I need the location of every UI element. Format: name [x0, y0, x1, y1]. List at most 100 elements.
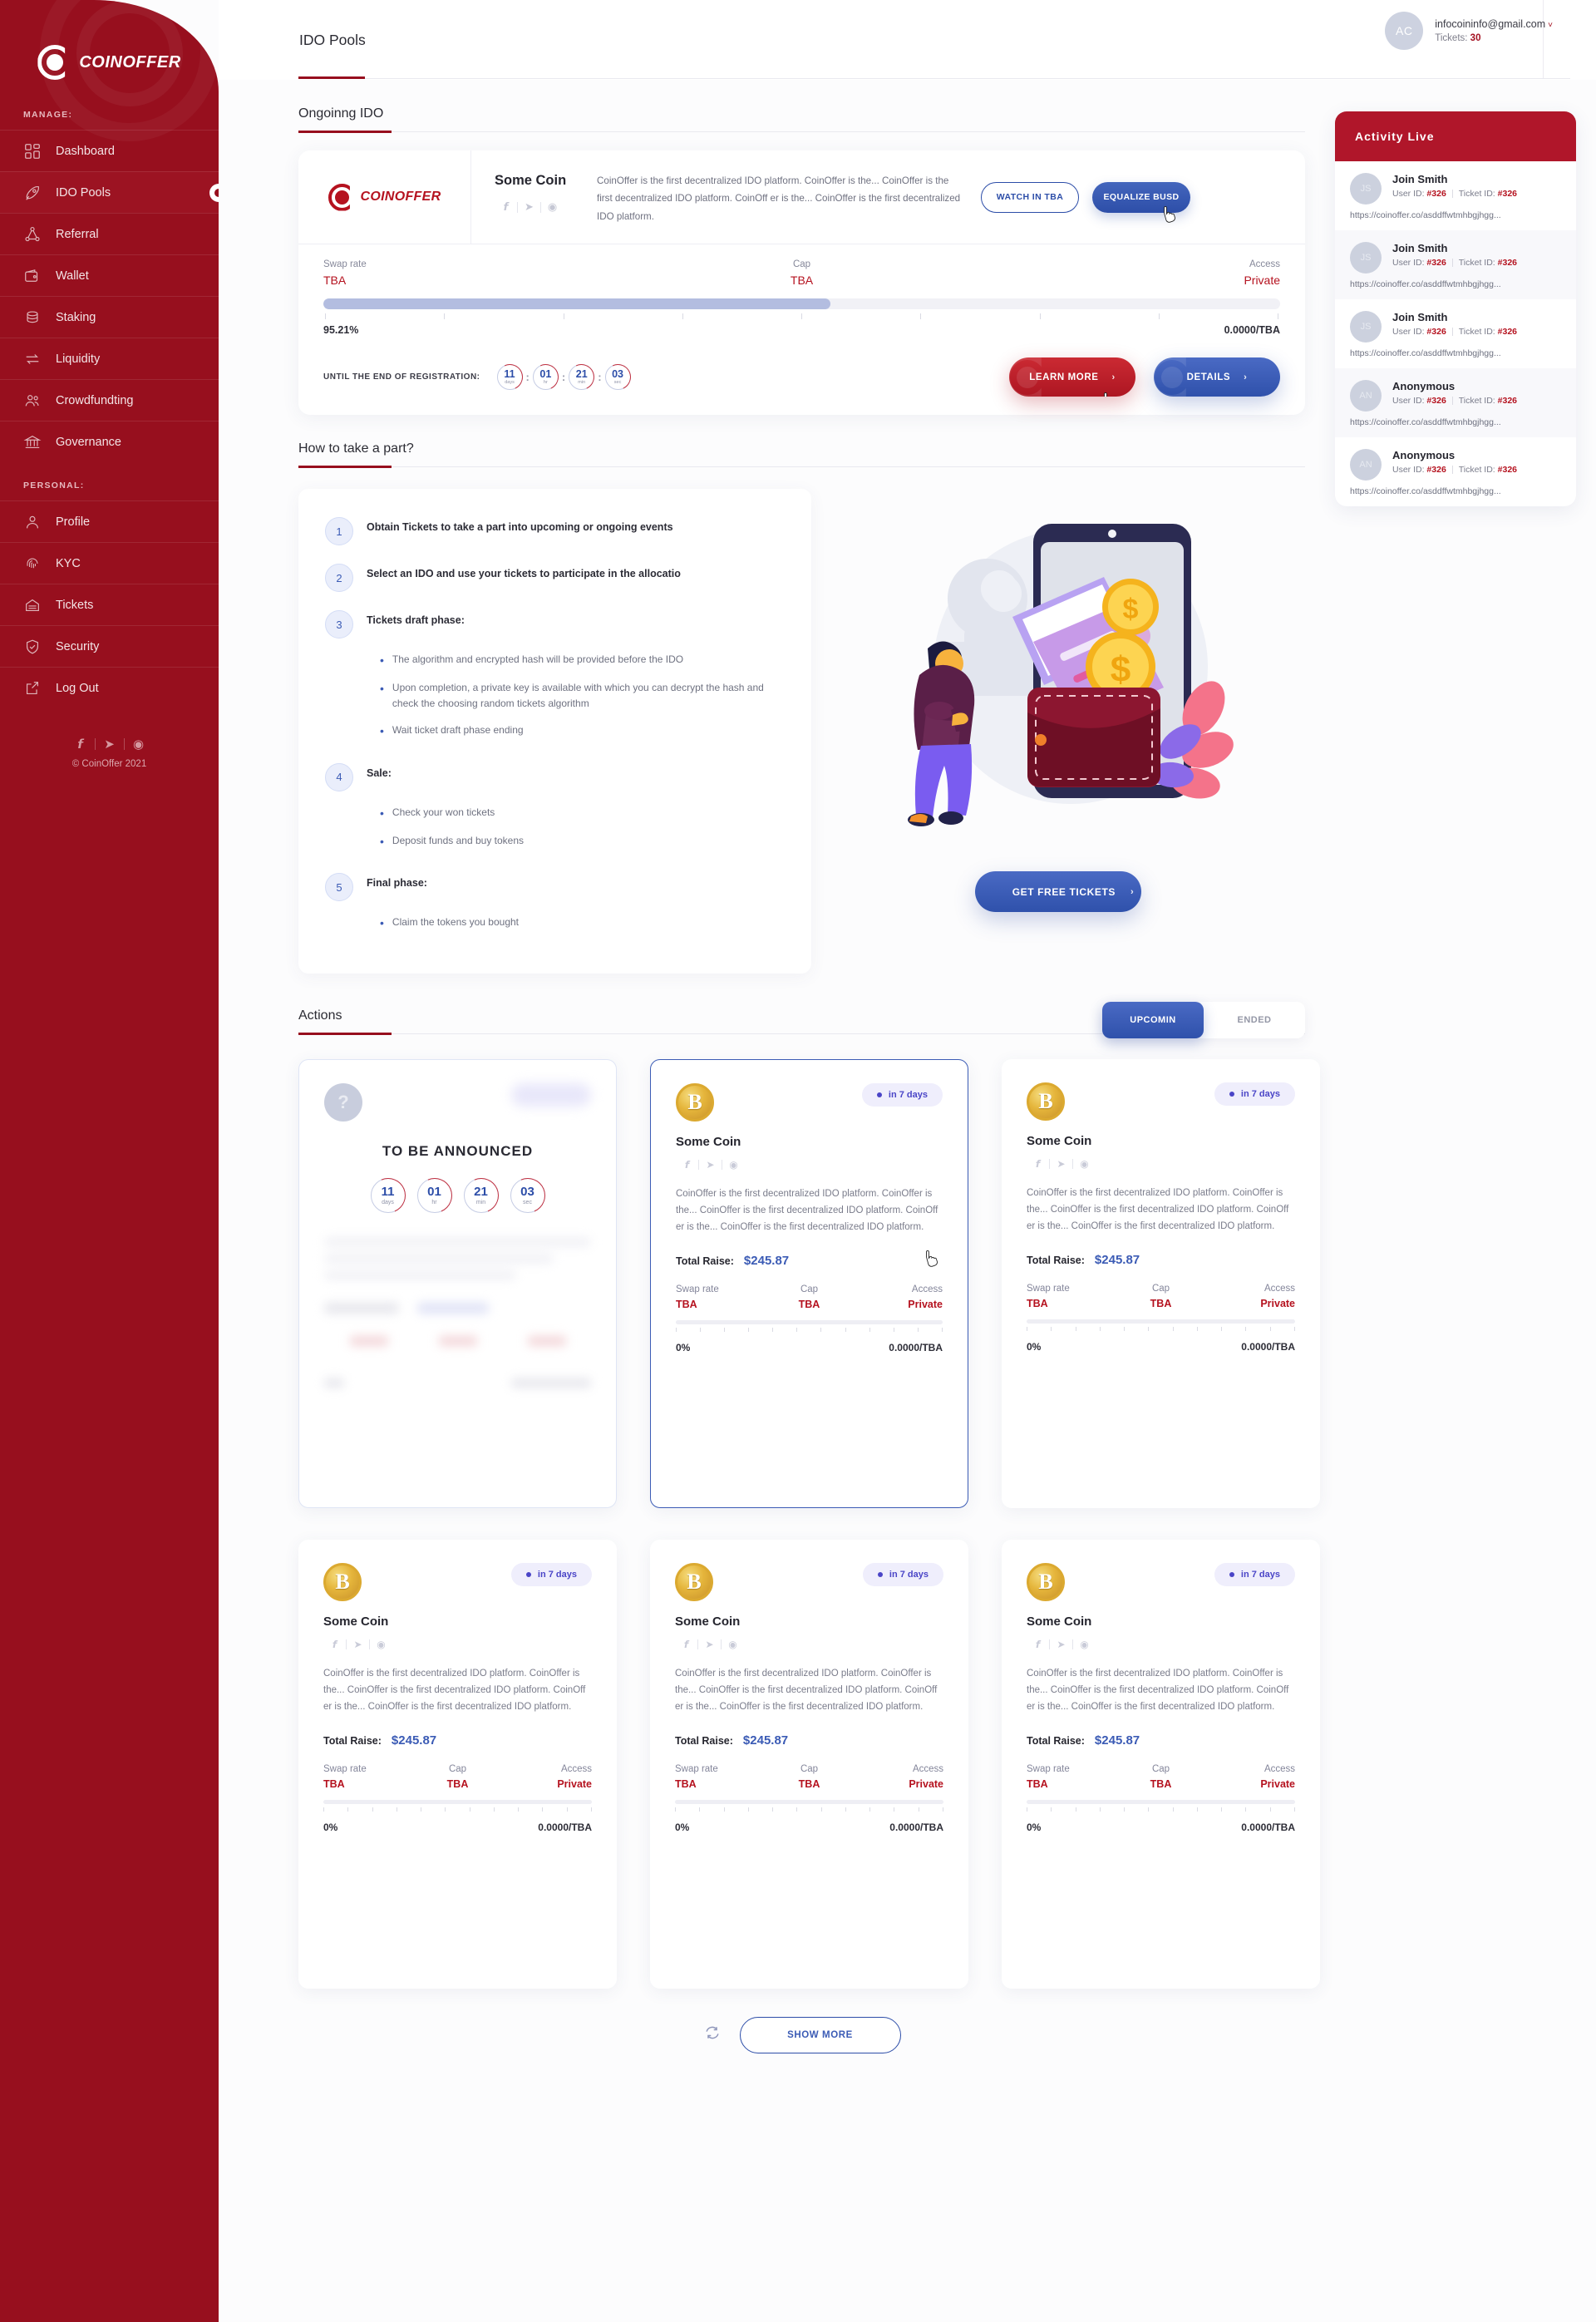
refresh-icon[interactable]	[703, 2024, 722, 2046]
chevron-down-icon[interactable]: ˅	[1548, 21, 1553, 30]
status-dot-icon	[1229, 1571, 1234, 1577]
stat-value: TBA	[790, 274, 814, 287]
ido-cards-grid: ? TO BE ANNOUNCED 11 days 01 hr 21 min 03 se…	[298, 1058, 1320, 1989]
activity-item[interactable]: JS Join Smith User ID: #326 Ticket ID: #326…	[1335, 230, 1576, 299]
bullet-item: • Upon completion, a private key is avail…	[380, 680, 781, 711]
ido-card[interactable]: Bin 7 days Some Coin 𝙛 ➤ ◉ CoinOffer is the f…	[650, 1539, 968, 1989]
brand-logo[interactable]: COINOFFER	[0, 0, 219, 91]
sidebar-item-profile[interactable]: Profile	[0, 500, 219, 542]
sidebar-item-dashboard[interactable]: Dashboard	[0, 130, 219, 171]
telegram-icon[interactable]: ➤	[96, 737, 124, 752]
instagram-icon[interactable]: ◉	[722, 1159, 745, 1171]
tba-card-header: ?	[324, 1082, 591, 1122]
activity-item[interactable]: AN Anonymous User ID: #326 Ticket ID: #326 h…	[1335, 368, 1576, 437]
status-badge: in 7 days	[861, 1082, 943, 1107]
facebook-icon[interactable]: 𝙛	[675, 1639, 697, 1650]
sidebar-item-wallet[interactable]: Wallet	[0, 254, 219, 296]
stat-label: Access	[560, 1764, 593, 1775]
instagram-icon[interactable]: ◉	[1073, 1158, 1096, 1170]
telegram-icon[interactable]: ➤	[1050, 1639, 1072, 1650]
step-text: Select an IDO and use your tickets to pa…	[367, 568, 681, 579]
activity-url[interactable]: https://coinoffer.co/asddffwtmhbgjhgg...	[1350, 486, 1561, 496]
activity-url[interactable]: https://coinoffer.co/asddffwtmhbgjhgg...	[1350, 279, 1561, 289]
total-raise-value: $245.87	[742, 1733, 789, 1748]
sidebar-item-security[interactable]: Security	[0, 625, 219, 667]
ongoing-ido-header-row: COINOFFER Some Coin 𝙛 ➤ ◉ CoinOffer is t…	[298, 150, 1305, 244]
ido-card-social-links: 𝙛 ➤ ◉	[1027, 1158, 1295, 1170]
show-more-button[interactable]: SHOW MORE	[739, 2016, 901, 2053]
sidebar-item-governance[interactable]: Governance	[0, 421, 219, 462]
get-free-tickets-button[interactable]: GET FREE TICKETS ›	[975, 871, 1141, 912]
telegram-icon[interactable]: ➤	[698, 1639, 721, 1650]
user-id: User ID: #326	[1392, 465, 1446, 475]
instagram-icon[interactable]: ◉	[370, 1639, 392, 1650]
sidebar-item-referral[interactable]: Referral	[0, 213, 219, 254]
main-content: Ongoinng IDO COINOFFER Some Coin 𝙛 ➤ ◉ C…	[298, 80, 1320, 2087]
activity-item[interactable]: JS Join Smith User ID: #326 Ticket ID: #326…	[1335, 161, 1576, 230]
ido-card[interactable]: Bin 7 days Some Coin 𝙛 ➤ ◉ CoinOffer is the f…	[1002, 1539, 1320, 1989]
total-raise-value: $245.87	[1094, 1253, 1140, 1268]
countdown-seconds: 03 sec	[505, 1172, 550, 1219]
mouse-cursor-icon	[1101, 392, 1116, 397]
tab-ended[interactable]: ENDED	[1204, 1002, 1305, 1038]
sidebar-item-log-out[interactable]: Log Out	[0, 667, 219, 708]
countdown-days: 11 days	[365, 1172, 411, 1219]
watch-in-tba-button[interactable]: WATCH IN TBA	[981, 181, 1079, 213]
facebook-icon[interactable]: 𝙛	[1027, 1639, 1049, 1650]
instagram-icon[interactable]: ◉	[541, 200, 564, 214]
status-badge-label: in 7 days	[888, 1089, 928, 1100]
status-badge-label: in 7 days	[1240, 1088, 1280, 1099]
sidebar-item-tickets[interactable]: Tickets	[0, 584, 219, 625]
ido-card[interactable]: Bin 7 days Some Coin 𝙛 ➤ ◉ CoinOffer is the f…	[650, 1058, 968, 1508]
stat-label: Swap rate	[323, 259, 367, 269]
facebook-icon[interactable]: 𝙛	[323, 1639, 346, 1650]
sidebar-item-kyc[interactable]: KYC	[0, 542, 219, 584]
ticket-id: Ticket ID: #326	[1458, 396, 1518, 406]
sidebar-item-liquidity[interactable]: Liquidity	[0, 338, 219, 379]
total-raise-label: Total Raise:	[1027, 1734, 1085, 1747]
tab-upcoming[interactable]: UPCOMIN	[1102, 1001, 1204, 1038]
ido-card-stats: Swap rate TBA Cap TBA Access Private	[676, 1284, 943, 1310]
facebook-icon[interactable]: 𝙛	[1027, 1158, 1049, 1170]
section-underline	[298, 466, 1305, 468]
people-icon	[23, 392, 42, 410]
activity-item[interactable]: JS Join Smith User ID: #326 Ticket ID: #326…	[1335, 299, 1576, 368]
telegram-icon[interactable]: ➤	[699, 1159, 722, 1171]
learn-more-button[interactable]: LEARN MORE ›	[1009, 357, 1135, 397]
ido-card-description: CoinOffer is the first decentralized IDO…	[1027, 1187, 1289, 1231]
ido-card-to-be-announced[interactable]: ? TO BE ANNOUNCED 11 days 01 hr 21 min 03 se…	[298, 1058, 617, 1508]
equalize-busd-button[interactable]: EQUALIZE BUSD	[1092, 181, 1190, 223]
ido-card[interactable]: Bin 7 days Some Coin 𝙛 ➤ ◉ CoinOffer is the f…	[298, 1539, 617, 1989]
instagram-icon[interactable]: ◉	[125, 737, 153, 752]
details-button[interactable]: DETAILS ›	[1154, 357, 1280, 397]
facebook-icon[interactable]: 𝙛	[676, 1159, 698, 1171]
telegram-icon[interactable]: ➤	[518, 200, 540, 214]
telegram-icon[interactable]: ➤	[1050, 1158, 1072, 1170]
ido-card-progress: 0% 0.0000/TBA	[323, 1800, 592, 1833]
activity-url[interactable]: https://coinoffer.co/asddffwtmhbgjhgg...	[1350, 210, 1561, 220]
instagram-icon[interactable]: ◉	[1073, 1639, 1096, 1650]
activity-user-name: Join Smith	[1392, 242, 1448, 254]
step-bullets: • Check your won tickets • Deposit funds a…	[325, 805, 781, 850]
sidebar-item-label: Log Out	[56, 681, 99, 695]
telegram-icon[interactable]: ➤	[347, 1639, 369, 1650]
stat-value: Private	[1260, 1298, 1296, 1310]
facebook-icon[interactable]: 𝙛	[66, 737, 95, 752]
sidebar-item-ido-pools[interactable]: IDO Pools	[0, 171, 219, 213]
activity-live-title: Activity Live	[1335, 111, 1576, 161]
stat-value: Private	[908, 1299, 943, 1311]
activity-url[interactable]: https://coinoffer.co/asddffwtmhbgjhgg...	[1350, 417, 1561, 427]
facebook-icon[interactable]: 𝙛	[495, 200, 517, 214]
user-menu[interactable]: AC infocoininfo@gmail.com ˅ Tickets: 30	[1385, 12, 1553, 50]
ido-card[interactable]: Bin 7 days Some Coin 𝙛 ➤ ◉ CoinOffer is the f…	[1002, 1058, 1320, 1508]
instagram-icon[interactable]: ◉	[722, 1639, 744, 1650]
sidebar-item-staking[interactable]: Staking	[0, 296, 219, 338]
top-header: IDO Pools AC infocoininfo@gmail.com ˅ Tic…	[219, 0, 1596, 80]
bullet-dot-icon: •	[380, 653, 384, 667]
sidebar-item-crowdfundting[interactable]: Crowdfundting	[0, 379, 219, 421]
activity-url[interactable]: https://coinoffer.co/asddffwtmhbgjhgg...	[1350, 348, 1561, 358]
activity-item[interactable]: AN Anonymous User ID: #326 Ticket ID: #326 h…	[1335, 437, 1576, 506]
ticket-id: Ticket ID: #326	[1458, 189, 1518, 199]
countdown-seconds: 03 sec	[601, 360, 634, 394]
ongoing-ido-name-cell: Some Coin 𝙛 ➤ ◉	[471, 150, 590, 244]
